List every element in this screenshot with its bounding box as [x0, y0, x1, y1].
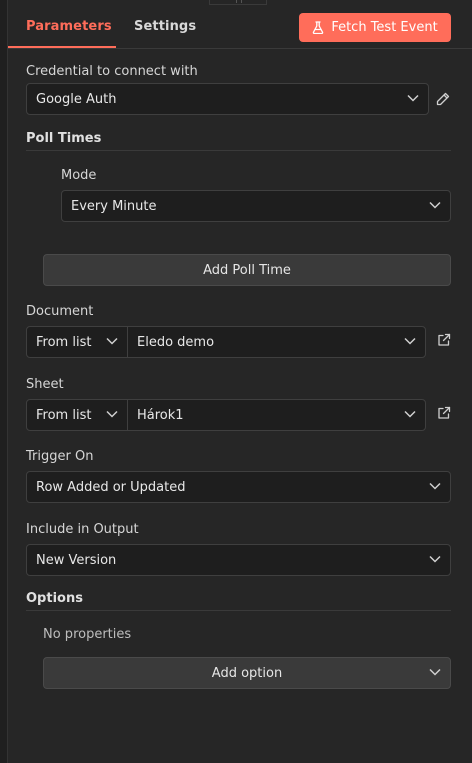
no-properties-text: No properties — [43, 627, 132, 642]
options-divider — [26, 610, 451, 611]
document-value: Eledo demo — [137, 334, 215, 350]
include-output-value: New Version — [36, 552, 117, 568]
sheet-source-select[interactable]: From list — [26, 399, 128, 431]
add-option-label: Add option — [211, 665, 283, 681]
add-poll-time-button[interactable]: Add Poll Time — [43, 254, 451, 286]
sheet-source-value: From list — [36, 407, 92, 423]
mode-select[interactable]: Every Minute — [61, 190, 451, 222]
add-option-button[interactable]: Add option — [43, 657, 451, 689]
chevron-down-icon — [404, 337, 416, 345]
fetch-test-event-label: Fetch Test Event — [331, 20, 438, 35]
trigger-on-value: Row Added or Updated — [36, 479, 186, 495]
include-output-label: Include in Output — [26, 522, 139, 537]
chevron-down-icon — [404, 410, 416, 418]
flask-icon — [313, 21, 324, 34]
poll-times-title: Poll Times — [26, 131, 102, 146]
tab-settings[interactable]: Settings — [134, 19, 196, 34]
tab-parameters[interactable]: Parameters — [26, 19, 112, 34]
external-link-icon[interactable] — [437, 333, 451, 347]
fetch-test-event-button[interactable]: Fetch Test Event — [299, 13, 451, 42]
mode-value: Every Minute — [71, 198, 157, 214]
panel-left-edge — [0, 0, 8, 763]
chevron-down-icon — [429, 668, 441, 676]
sheet-label: Sheet — [26, 377, 64, 392]
credential-label: Credential to connect with — [26, 64, 198, 79]
active-tab-indicator — [8, 46, 116, 48]
chevron-down-icon — [407, 94, 419, 102]
chevron-down-icon — [106, 337, 118, 345]
include-output-select[interactable]: New Version — [26, 544, 451, 576]
chevron-down-icon — [429, 201, 441, 209]
document-source-value: From list — [36, 334, 92, 350]
sheet-value: Hárok1 — [137, 407, 184, 423]
pencil-icon[interactable] — [436, 92, 450, 106]
mode-label: Mode — [61, 168, 97, 183]
trigger-on-select[interactable]: Row Added or Updated — [26, 471, 451, 503]
document-source-select[interactable]: From list — [26, 326, 128, 358]
poll-times-divider — [26, 150, 451, 151]
chevron-down-icon — [429, 482, 441, 490]
options-title: Options — [26, 591, 83, 606]
sheet-select[interactable]: Hárok1 — [127, 399, 426, 431]
document-label: Document — [26, 304, 94, 319]
external-link-icon[interactable] — [437, 406, 451, 420]
add-poll-time-label: Add Poll Time — [203, 262, 291, 278]
chevron-down-icon — [106, 410, 118, 418]
credential-select[interactable]: Google Auth — [26, 83, 429, 115]
credential-value: Google Auth — [36, 91, 117, 107]
chevron-down-icon — [429, 555, 441, 563]
document-select[interactable]: Eledo demo — [127, 326, 426, 358]
trigger-on-label: Trigger On — [26, 449, 94, 464]
